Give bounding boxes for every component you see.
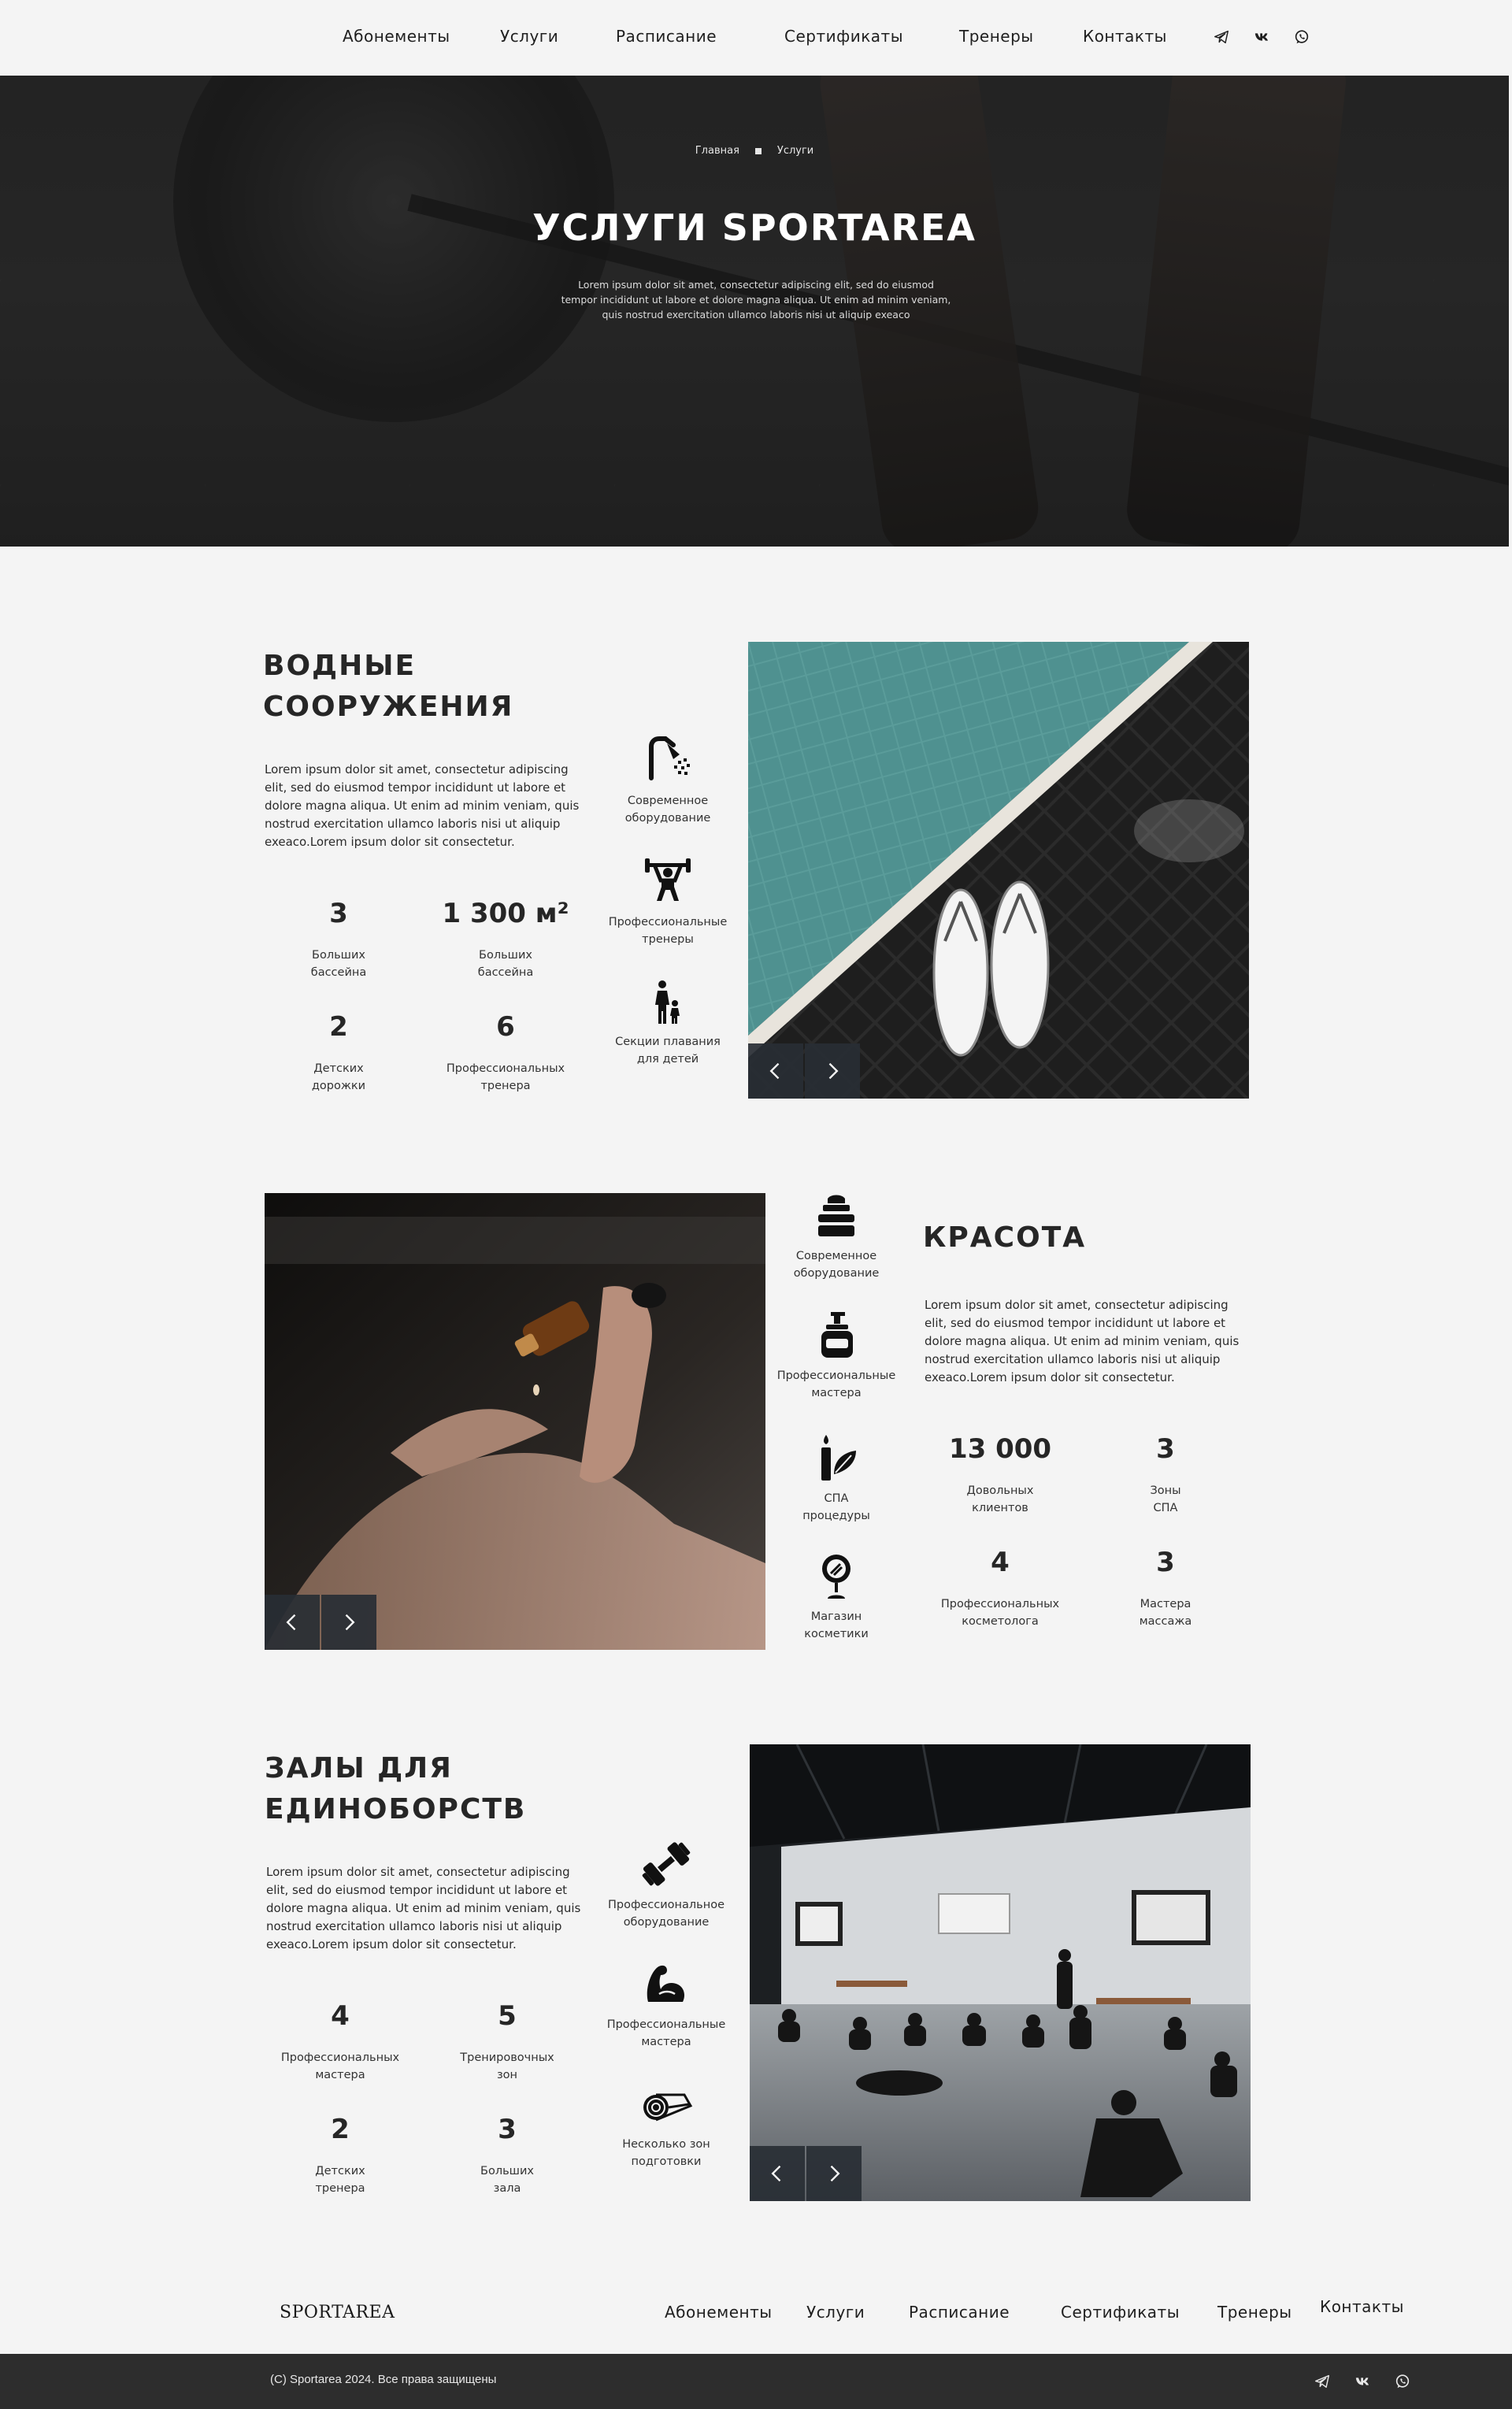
section-description: Lorem ipsum dolor sit amet, consectetur … <box>266 1865 581 1951</box>
stat-item: 4 Профессиональных мастера <box>280 2000 400 2081</box>
footer-link-subscriptions[interactable]: Абонементы <box>665 2303 773 2322</box>
nav-link-trainers[interactable]: Тренеры <box>959 27 1034 46</box>
shower-icon <box>640 732 695 788</box>
section-description: Lorem ipsum dolor sit amet, consectetur … <box>925 1298 1240 1384</box>
mirror-icon <box>809 1548 864 1603</box>
vk-icon[interactable] <box>1252 27 1273 47</box>
cream-jar-icon <box>809 1188 864 1243</box>
nav-link-schedule[interactable]: Расписание <box>616 27 717 46</box>
hero-subtitle: Lorem ipsum dolor sit amet, consectetur … <box>561 279 951 321</box>
stat-item: 3 Больших зала <box>480 2114 534 2195</box>
footer-link-contacts[interactable]: Контакты <box>1320 2297 1404 2316</box>
beauty-slider-image[interactable] <box>265 1193 765 1650</box>
copyright-text: (C) Sportarea 2024. Все права защищены <box>270 2373 497 2386</box>
feature-item: Современное оборудование <box>589 732 747 827</box>
section-title: ЗАЛЫ ДЛЯ ЕДИНОБОРСТВ <box>265 1752 527 1825</box>
footer-link-certificates[interactable]: Сертификаты <box>1061 2303 1180 2322</box>
section-title: КРАСОТА <box>923 1221 1087 1254</box>
stat-item: 2 Детских дорожки <box>311 1011 366 1092</box>
slider-next-button[interactable] <box>806 2146 862 2201</box>
feature-item: СПА процедуры <box>758 1430 915 1525</box>
breadcrumb-current: Услуги <box>776 145 814 157</box>
breadcrumb: Главная Услуги <box>0 145 1509 157</box>
hero-banner: Главная Услуги УСЛУГИ SPORTAREA Lorem ips… <box>0 76 1509 547</box>
slider-prev-button[interactable] <box>748 1043 803 1099</box>
stat-item: 13 000 Довольных клиентов <box>948 1433 1052 1514</box>
weightlifter-icon <box>640 854 695 909</box>
breadcrumb-separator <box>754 147 762 154</box>
chevron-right-icon <box>345 1614 355 1631</box>
footer-link-trainers[interactable]: Тренеры <box>1217 2303 1292 2322</box>
stat-item: 4 Профессиональных косметолога <box>940 1547 1060 1628</box>
nav-link-services[interactable]: Услуги <box>500 27 558 46</box>
page-title: УСЛУГИ SPORTAREA <box>532 206 976 249</box>
slider-prev-button[interactable] <box>750 2146 805 2201</box>
section-description: Lorem ipsum dolor sit amet, consectetur … <box>265 762 580 849</box>
dumbbell-icon <box>639 1836 694 1892</box>
feature-item: Несколько зон подготовки <box>587 2076 745 2170</box>
candle-leaf-icon <box>809 1430 864 1485</box>
top-navigation: Абонементы Услуги Расписание Сертификаты… <box>0 0 1512 76</box>
footer-logo[interactable]: SPORTAREA <box>280 2303 395 2322</box>
feature-item: Профессиональные тренеры <box>589 854 747 948</box>
mat-roll-icon <box>639 2076 694 2131</box>
slider-controls <box>750 2146 863 2201</box>
chevron-left-icon <box>286 1614 296 1631</box>
feature-item: Профессиональное оборудование <box>587 1836 745 1931</box>
whatsapp-icon[interactable] <box>1392 2371 1413 2392</box>
slider-controls <box>265 1595 378 1650</box>
nav-link-certificates[interactable]: Сертификаты <box>784 27 903 46</box>
feature-item: Профессиональные мастера <box>587 1956 745 2051</box>
vk-icon[interactable] <box>1353 2371 1373 2392</box>
stat-item: 1 300 м² Больших бассейна <box>442 898 569 979</box>
chevron-right-icon <box>828 1062 839 1080</box>
chevron-left-icon <box>769 1062 780 1080</box>
feature-item: Магазин косметики <box>758 1548 915 1643</box>
stat-item: 3 Зоны СПА <box>1150 1433 1181 1514</box>
slider-prev-button[interactable] <box>265 1595 320 1650</box>
telegram-icon[interactable] <box>1211 27 1232 47</box>
stat-item: 2 Детских тренера <box>315 2114 365 2195</box>
footer-link-schedule[interactable]: Расписание <box>909 2303 1010 2322</box>
water-slider-image[interactable] <box>748 642 1249 1099</box>
chevron-left-icon <box>771 2165 781 2182</box>
nav-link-subscriptions[interactable]: Абонементы <box>343 27 450 46</box>
breadcrumb-home[interactable]: Главная <box>695 145 739 157</box>
feature-item: Современное оборудование <box>758 1188 915 1282</box>
parent-child-icon <box>640 973 695 1028</box>
section-title: ВОДНЫЕ СООРУЖЕНИЯ <box>263 650 514 723</box>
nav-link-contacts[interactable]: Контакты <box>1083 27 1167 46</box>
stat-item: 3 Больших бассейна <box>310 898 367 979</box>
slider-controls <box>748 1043 862 1099</box>
dispenser-icon <box>809 1307 864 1362</box>
stat-item: 3 Мастера массажа <box>1139 1547 1192 1628</box>
slider-next-button[interactable] <box>805 1043 860 1099</box>
whatsapp-icon[interactable] <box>1292 27 1312 47</box>
stat-item: 6 Профессиональных тренера <box>446 1011 565 1092</box>
footer-link-services[interactable]: Услуги <box>806 2303 865 2322</box>
bicep-icon <box>639 1956 694 2011</box>
feature-item: Секции плавания для детей <box>589 973 747 1068</box>
chevron-right-icon <box>830 2165 840 2182</box>
telegram-icon[interactable] <box>1312 2371 1332 2392</box>
feature-item: Профессиональные мастера <box>758 1307 915 1402</box>
stat-item: 5 Тренировочных зон <box>460 2000 554 2081</box>
footer-bottom-bar: (C) Sportarea 2024. Все права защищены <box>0 2354 1512 2409</box>
slider-next-button[interactable] <box>321 1595 376 1650</box>
martial-slider-image[interactable] <box>750 1744 1251 2201</box>
